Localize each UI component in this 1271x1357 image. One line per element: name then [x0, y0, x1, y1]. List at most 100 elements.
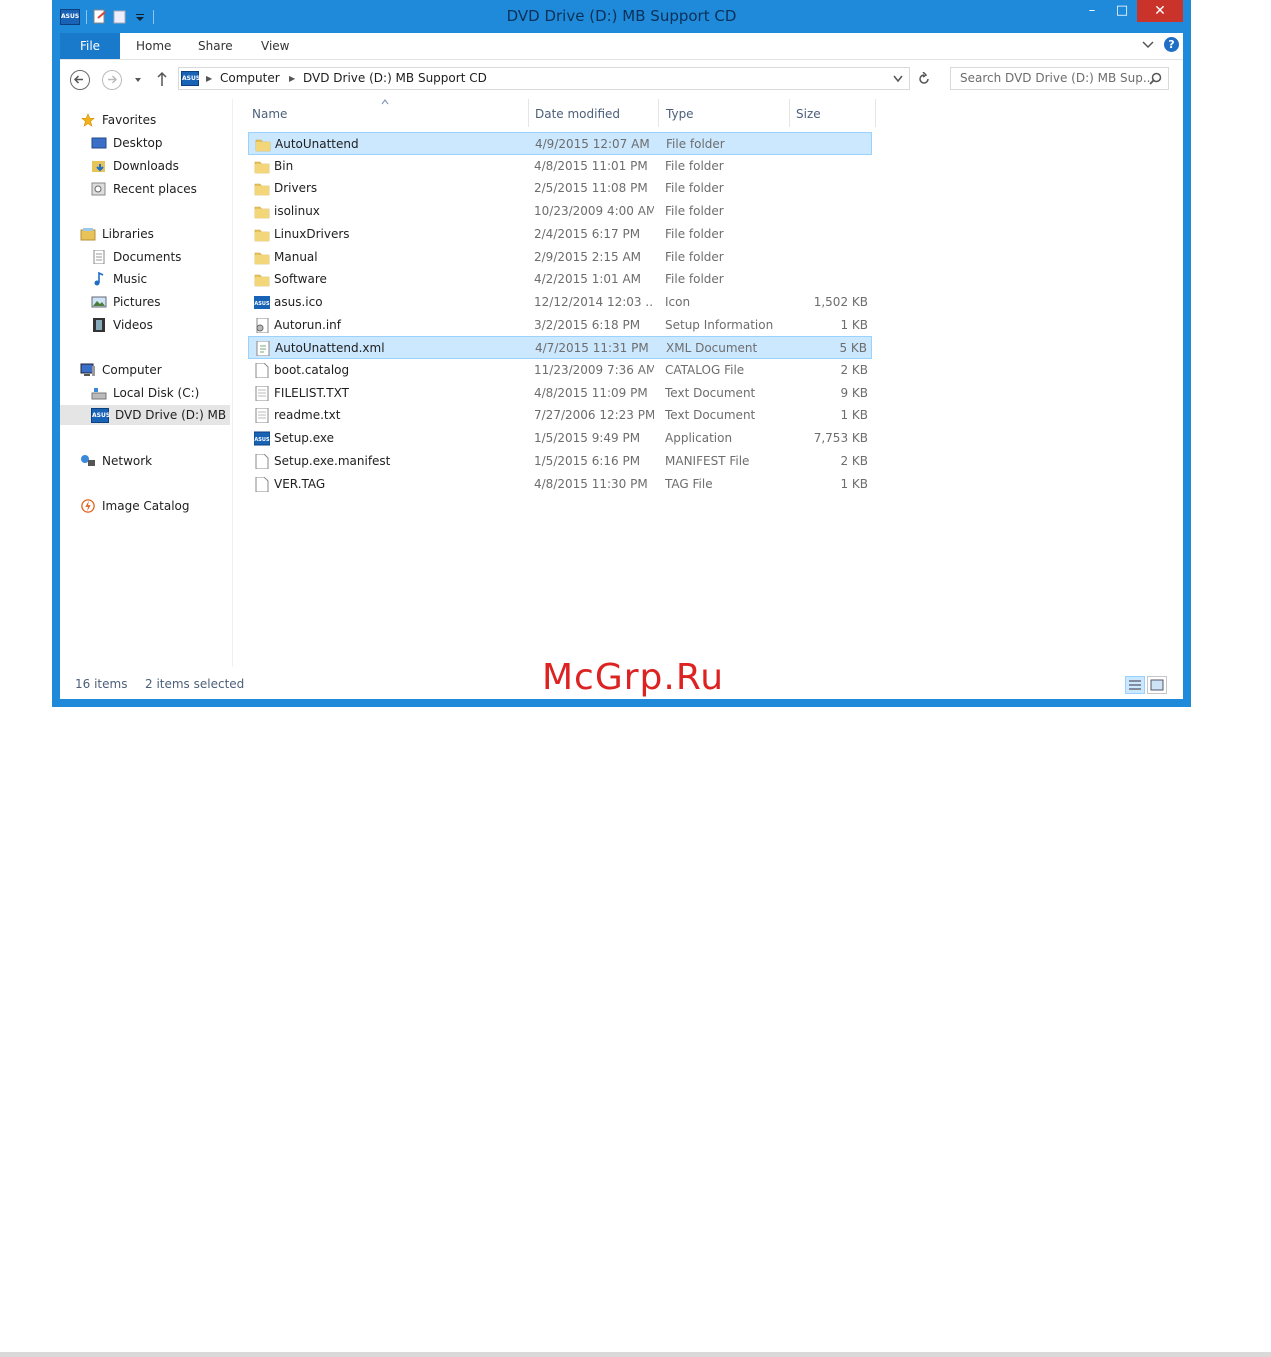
folder-icon — [254, 204, 270, 219]
large-icons-view-button[interactable] — [1147, 676, 1167, 694]
desktop-icon — [91, 137, 107, 149]
file-type: File folder — [665, 181, 724, 196]
table-row[interactable]: LinuxDrivers 2/4/2015 6:17 PM File folder — [248, 223, 872, 246]
column-header-date-modified[interactable]: Date modified — [535, 104, 620, 124]
file-name: isolinux — [274, 204, 320, 219]
file-type: TAG File — [665, 476, 713, 491]
nav-image-catalog[interactable]: Image Catalog — [80, 496, 189, 516]
tab-view[interactable]: View — [261, 33, 289, 59]
search-icon[interactable] — [1149, 72, 1162, 85]
nav-downloads[interactable]: Downloads — [91, 156, 179, 176]
table-row[interactable]: Manual 2/9/2015 2:15 AM File folder — [248, 246, 872, 269]
table-row[interactable]: isolinux 10/23/2009 4:00 AM File folder — [248, 200, 872, 223]
tab-file[interactable]: File — [60, 33, 120, 59]
breadcrumb-computer[interactable]: Computer — [220, 71, 280, 85]
column-divider[interactable] — [875, 99, 876, 127]
breadcrumb-separator-icon[interactable]: ▶ — [289, 71, 295, 87]
nav-label: Libraries — [102, 227, 154, 241]
nav-label: Image Catalog — [102, 499, 190, 513]
nav-desktop[interactable]: Desktop — [91, 133, 163, 153]
file-name: readme.txt — [274, 408, 341, 423]
refresh-icon[interactable] — [917, 72, 931, 86]
table-row[interactable]: Setup.exe.manifest 1/5/2015 6:16 PM MANIFE… — [248, 450, 872, 473]
breadcrumb-dvd-drive[interactable]: DVD Drive (D:) MB Support CD — [303, 71, 487, 85]
search-input[interactable]: Search DVD Drive (D:) MB Sup... — [950, 67, 1169, 90]
column-divider[interactable] — [789, 99, 790, 127]
minimize-button[interactable]: – — [1077, 0, 1107, 22]
nav-label: Downloads — [113, 159, 179, 173]
column-header-size[interactable]: Size — [796, 104, 821, 124]
asus-icon: ASUS — [254, 295, 270, 310]
table-row[interactable]: Drivers 2/5/2015 11:08 PM File folder — [248, 177, 872, 200]
nav-label: Music — [113, 272, 148, 286]
address-bar[interactable]: ASUS ▶ Computer ▶ DVD Drive (D:) MB Supp… — [178, 67, 910, 90]
table-row[interactable]: Bin 4/8/2015 11:01 PM File folder — [248, 155, 872, 178]
breadcrumb-separator-icon[interactable]: ▶ — [206, 71, 212, 87]
column-header-name[interactable]: Name — [252, 104, 287, 124]
nav-documents[interactable]: Documents — [91, 247, 181, 267]
table-row[interactable]: ASUS asus.ico 12/12/2014 12:03 ... Icon 1,50… — [248, 291, 872, 314]
file-date: 4/8/2015 11:09 PM — [534, 385, 648, 400]
nav-pictures[interactable]: Pictures — [91, 292, 161, 312]
details-view-button[interactable] — [1125, 676, 1145, 694]
table-row[interactable]: boot.catalog 11/23/2009 7:36 AM CATALOG Fi… — [248, 359, 872, 382]
back-button[interactable] — [70, 70, 90, 90]
table-row[interactable]: Software 4/2/2015 1:01 AM File folder — [248, 268, 872, 291]
column-divider[interactable] — [658, 99, 659, 127]
nav-libraries[interactable]: Libraries — [80, 224, 154, 244]
file-date: 4/8/2015 11:30 PM — [534, 476, 648, 491]
nav-computer[interactable]: Computer — [80, 360, 162, 380]
tab-home[interactable]: Home — [136, 33, 171, 59]
file-name: AutoUnattend.xml — [275, 341, 385, 356]
nav-music[interactable]: Music — [91, 269, 147, 289]
table-row[interactable]: VER.TAG 4/8/2015 11:30 PM TAG File 1 KB — [248, 473, 872, 496]
nav-videos[interactable]: Videos — [91, 315, 153, 335]
expand-ribbon-chevron-icon[interactable] — [1142, 40, 1154, 50]
asus-app-icon: ASUS — [253, 431, 271, 446]
nav-network[interactable]: Network — [80, 451, 152, 471]
file-size: 2 KB — [840, 453, 868, 468]
tab-share[interactable]: Share — [198, 33, 233, 59]
selection-count: 2 items selected — [145, 677, 245, 691]
videos-film-icon — [93, 318, 105, 332]
nav-label: Desktop — [113, 136, 163, 150]
forward-arrow-icon — [108, 75, 118, 84]
file-date: 4/9/2015 12:07 AM — [535, 137, 650, 151]
file-size — [788, 246, 868, 268]
column-divider[interactable] — [528, 99, 529, 127]
nav-local-disk[interactable]: Local Disk (C:) — [91, 383, 199, 403]
address-history-chevron-down-icon[interactable] — [893, 75, 903, 83]
file-name: AutoUnattend — [275, 137, 359, 151]
libraries-icon — [80, 228, 96, 241]
folder-icon — [255, 137, 271, 152]
column-header-type[interactable]: Type — [666, 104, 694, 124]
close-button[interactable]: ✕ — [1137, 0, 1183, 22]
pictures-icon — [91, 296, 107, 308]
maximize-button[interactable]: □ — [1107, 0, 1137, 22]
file-size: 7,753 KB — [813, 431, 868, 446]
file-size — [787, 133, 867, 155]
file-name: boot.catalog — [274, 363, 350, 377]
file-size: 1,502 KB — [813, 294, 868, 309]
nav-label: Videos — [113, 318, 153, 332]
table-row[interactable]: AutoUnattend 4/9/2015 12:07 AM File folder — [248, 132, 872, 155]
explorer-window: ASUS DVD Drive (D:) MB Support CD – □ ✕ … — [52, 0, 1191, 707]
text-file-icon — [254, 407, 270, 424]
recent-locations-chevron-down-icon[interactable] — [133, 76, 143, 84]
table-row[interactable]: Autorun.inf 3/2/2015 6:18 PM Setup Informa… — [248, 314, 872, 337]
details-view-icon — [1129, 680, 1141, 690]
nav-dvd-drive[interactable]: ASUS DVD Drive (D:) MB S — [60, 405, 230, 425]
table-row[interactable]: AutoUnattend.xml 4/7/2015 11:31 PM XML Doc… — [248, 336, 872, 360]
help-icon[interactable]: ? — [1164, 37, 1179, 52]
nav-favorites[interactable]: Favorites — [80, 110, 156, 130]
table-row[interactable]: ASUS Setup.exe 1/5/2015 9:49 PM Application… — [248, 427, 872, 450]
file-type: File folder — [665, 272, 724, 287]
file-type: Text Document — [665, 385, 756, 400]
file-icon — [254, 453, 270, 470]
file-date: 10/23/2009 4:00 AM — [534, 204, 654, 219]
up-arrow-icon[interactable] — [156, 71, 168, 87]
table-row[interactable]: FILELIST.TXT 4/8/2015 11:09 PM Text Docume… — [248, 382, 872, 405]
nav-recent-places[interactable]: Recent places — [91, 179, 197, 199]
forward-button[interactable] — [102, 70, 122, 90]
table-row[interactable]: readme.txt 7/27/2006 12:23 PM Text Documen… — [248, 404, 872, 427]
